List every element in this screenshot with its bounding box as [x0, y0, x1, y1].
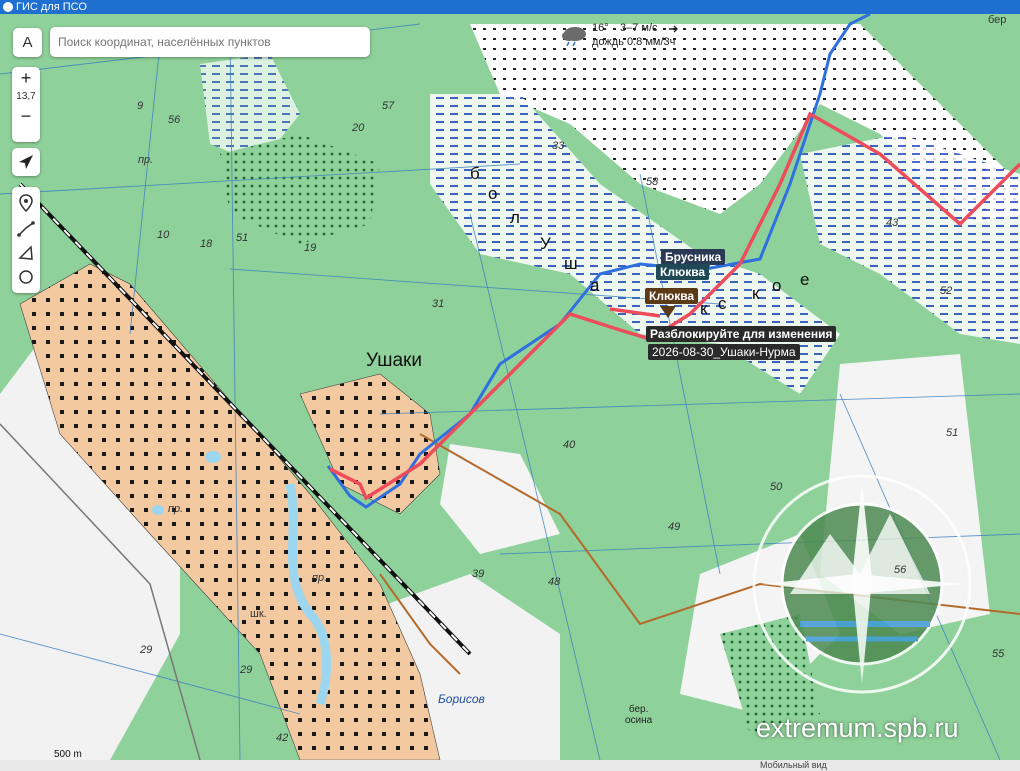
grid-number: 31 — [432, 298, 445, 310]
grid-number: 56 — [168, 114, 181, 126]
weather-widget: 16° 3–7 м/с дождь 0.8 мм/3ч — [560, 22, 720, 50]
place-label: пр. — [312, 572, 328, 584]
marsh-name-char: л — [510, 208, 520, 227]
pond — [152, 505, 164, 515]
polyline-tool-icon[interactable] — [16, 219, 36, 239]
polygon-tool-icon[interactable] — [16, 243, 36, 263]
marsh-name-char: ш — [564, 254, 578, 273]
grid-number: 51 — [946, 427, 959, 439]
marsh-name-char: а — [590, 276, 600, 295]
marsh-name-char: У — [540, 234, 551, 253]
route-name-label[interactable]: 2026-08-30_Ушаки-Нурма — [648, 344, 800, 360]
zoom-control: + 13,7 − — [12, 67, 40, 142]
scale-bar: 500 m — [30, 749, 112, 760]
grid-number: 57 — [382, 100, 395, 112]
weather-precipitation: дождь 0.8 мм/3ч — [592, 36, 676, 48]
grid-number: 56 — [894, 564, 907, 576]
grid-number: 51 — [236, 232, 249, 244]
grid-number: 9 — [137, 100, 144, 112]
place-label: бер — [988, 14, 1007, 26]
marsh-name-char: о — [488, 184, 498, 203]
grid-number: 39 — [472, 568, 485, 580]
locate-button[interactable] — [12, 148, 40, 176]
grid-number: 42 — [276, 732, 289, 744]
grid-number: 48 — [548, 576, 561, 588]
school-label: шк. — [250, 608, 267, 620]
weather-wind: 3–7 м/с — [620, 22, 658, 34]
grid-number: 43 — [886, 217, 899, 229]
navigation-arrow-icon — [19, 155, 33, 169]
zoom-in-button[interactable]: + — [12, 67, 40, 89]
grid-number: 20 — [352, 122, 365, 134]
marker-label-brusnika[interactable]: Брусника — [661, 249, 726, 265]
circle-tool-icon[interactable] — [16, 267, 36, 287]
map-canvas[interactable]: 9 56 57 20 33 58 10 18 51 19 31 43 52 40… — [0, 14, 1020, 760]
marker-label-klyukva[interactable]: Клюква — [656, 264, 710, 280]
zoom-out-button[interactable]: − — [12, 105, 40, 127]
grid-number: 33 — [552, 140, 565, 152]
grid-number: 29 — [140, 644, 153, 656]
grid-number: 50 — [770, 481, 783, 493]
place-label-borisov: Борисов — [438, 692, 485, 706]
marsh-name-char: к — [700, 299, 708, 318]
pond — [205, 451, 221, 463]
status-bar: Мобильный вид — [0, 760, 1020, 771]
map-svg — [0, 14, 1020, 760]
app-icon — [3, 2, 13, 12]
grid-number: 18 — [200, 238, 213, 250]
logo-emblem — [752, 474, 972, 694]
place-label-ber-osina: бер. осина — [625, 704, 653, 726]
marsh-name-char: к — [752, 284, 760, 303]
weather-temperature: 16° — [592, 22, 609, 34]
search-input[interactable] — [56, 27, 360, 57]
marsh-name-char: б — [470, 164, 480, 183]
scale-label: 500 m — [54, 749, 82, 760]
marsh-name-char: с — [718, 294, 727, 313]
grid-number: 40 — [563, 439, 576, 451]
place-label: пр. — [168, 503, 184, 515]
rain-cloud-icon — [562, 27, 586, 46]
marsh-name-char: о — [772, 276, 782, 295]
search-box — [50, 27, 370, 57]
marker-pin-icon[interactable] — [660, 306, 676, 318]
grid-number: 52 — [940, 285, 953, 297]
town-label: Ушаки — [366, 350, 422, 371]
mobile-view-link[interactable]: Мобильный вид — [760, 760, 827, 770]
layers-button[interactable]: A — [13, 28, 42, 57]
grid-number: 55 — [992, 648, 1005, 660]
title-bar: ГИС для ПСО — [0, 0, 1020, 14]
grid-number: 29 — [240, 664, 253, 676]
grid-number: 10 — [157, 229, 170, 241]
place-label: пр. — [138, 154, 154, 166]
wind-direction-icon — [669, 25, 678, 33]
zoom-level: 13,7 — [16, 91, 36, 102]
grid-number: 58 — [646, 176, 659, 188]
window-title: ГИС для ПСО — [16, 1, 87, 13]
marker-tool-icon[interactable] — [16, 193, 36, 213]
route-lock-tooltip: Разблокируйте для изменения — [646, 326, 837, 342]
draw-toolbar — [12, 187, 40, 293]
site-watermark: extremum.spb.ru — [756, 713, 959, 743]
grid-number: 49 — [668, 521, 681, 533]
grid-number: 19 — [304, 242, 317, 254]
marsh-name-char: е — [800, 270, 810, 289]
marker-label-klyukva-2[interactable]: Клюква — [645, 288, 699, 304]
